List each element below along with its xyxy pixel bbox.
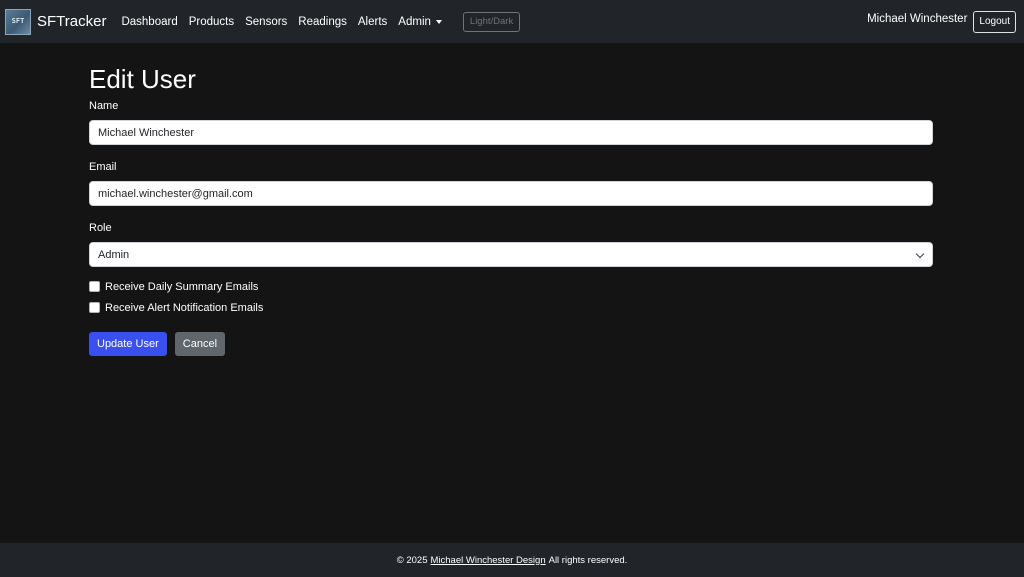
nav-link-alerts[interactable]: Alerts [358, 16, 387, 28]
email-field-group: Email michael.winchester@gmail.com [89, 161, 933, 206]
email-input[interactable]: michael.winchester@gmail.com [89, 181, 933, 206]
name-field-group: Name Michael Winchester [89, 100, 933, 145]
top-navbar: SFT SFTracker Dashboard Products Sensors… [0, 0, 1024, 43]
main-content: Edit User Name Michael Winchester Email … [89, 64, 933, 356]
brand-name[interactable]: SFTracker [37, 13, 106, 30]
footer-rights: All rights reserved. [548, 554, 628, 566]
role-select-value: Admin [98, 248, 130, 261]
daily-summary-checkbox[interactable] [89, 281, 100, 292]
caret-down-icon [435, 19, 442, 24]
name-label: Name [89, 100, 119, 112]
name-input[interactable]: Michael Winchester [89, 120, 933, 145]
current-user-name: Michael Winchester [867, 12, 968, 25]
role-label: Role [89, 222, 112, 234]
name-input-value: Michael Winchester [98, 126, 194, 139]
daily-summary-checkbox-label[interactable]: Receive Daily Summary Emails [105, 281, 258, 293]
update-user-button[interactable]: Update User [89, 332, 167, 356]
logout-button[interactable]: Logout [973, 10, 1016, 33]
form-actions: Update User Cancel [89, 332, 933, 356]
nav-link-sensors[interactable]: Sensors [245, 16, 287, 28]
brand-logo: SFT [5, 8, 31, 35]
role-field-group: Role Admin [89, 222, 933, 267]
alert-notification-checkbox[interactable] [89, 302, 100, 313]
footer: © 2025 Michael Winchester Design All rig… [0, 543, 1024, 577]
theme-toggle-button[interactable]: Light/Dark [462, 11, 521, 32]
role-select[interactable]: Admin [89, 242, 933, 267]
nav-dropdown-admin[interactable]: Admin [398, 16, 442, 28]
footer-designer-link[interactable]: Michael Winchester Design [431, 555, 546, 566]
nav-links: Dashboard Products Sensors Readings Aler… [121, 11, 521, 32]
email-input-value: michael.winchester@gmail.com [98, 187, 253, 200]
daily-summary-checkbox-row: Receive Daily Summary Emails [89, 279, 933, 294]
nav-dropdown-admin-label: Admin [398, 15, 431, 28]
footer-copyright: © 2025 [396, 554, 428, 566]
alert-notification-checkbox-label[interactable]: Receive Alert Notification Emails [105, 302, 263, 314]
brand[interactable]: SFT SFTracker [5, 8, 106, 35]
nav-link-readings[interactable]: Readings [298, 16, 347, 28]
cancel-button[interactable]: Cancel [174, 332, 226, 356]
nav-user-area: Michael Winchester Logout [867, 0, 1016, 43]
email-label: Email [89, 161, 117, 173]
page-title: Edit User [89, 64, 196, 94]
brand-logo-text: SFT [11, 17, 25, 25]
nav-link-products[interactable]: Products [189, 16, 234, 28]
nav-link-dashboard[interactable]: Dashboard [121, 16, 177, 28]
role-select-wrap: Admin [89, 242, 933, 267]
alert-notification-checkbox-row: Receive Alert Notification Emails [89, 300, 933, 315]
